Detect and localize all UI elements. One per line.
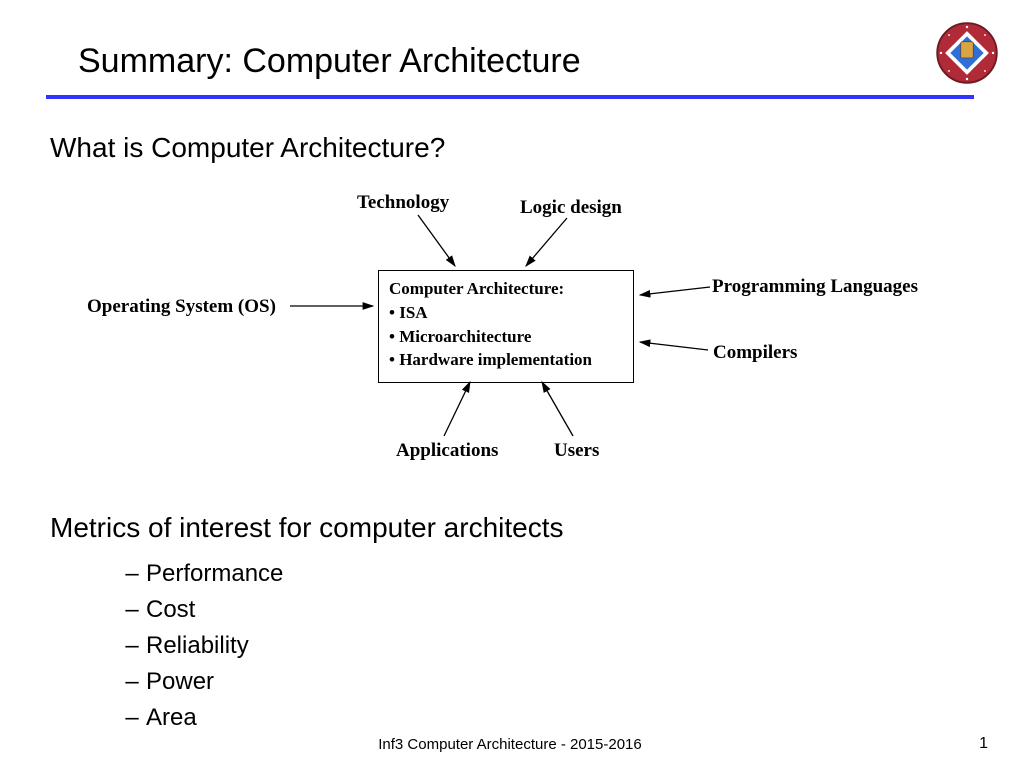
diagram-label-logic-design: Logic design — [520, 197, 622, 219]
diagram-label-applications: Applications — [396, 440, 498, 462]
title-underline — [46, 95, 974, 99]
section-heading-2: Metrics of interest for computer archite… — [50, 512, 564, 544]
metric-label: Area — [146, 700, 197, 736]
bullet-dash: – — [118, 556, 146, 592]
metric-label: Cost — [146, 592, 195, 628]
list-item: –Performance — [118, 556, 283, 592]
box-item-isa: • ISA — [389, 301, 623, 325]
list-item: –Power — [118, 664, 283, 700]
list-item: –Cost — [118, 592, 283, 628]
list-item: –Reliability — [118, 628, 283, 664]
bullet-dash: – — [118, 628, 146, 664]
metrics-list: –Performance –Cost –Reliability –Power –… — [118, 556, 283, 736]
diagram-label-users: Users — [554, 440, 599, 462]
metric-label: Performance — [146, 556, 283, 592]
bullet-dash: – — [118, 700, 146, 736]
diagram-label-languages: Programming Languages — [712, 276, 918, 298]
box-title: Computer Architecture: — [389, 277, 623, 301]
slide-title: Summary: Computer Architecture — [78, 42, 581, 81]
box-item-microarch: • Microarchitecture — [389, 325, 623, 349]
metric-label: Power — [146, 664, 214, 700]
box-item-hardware: • Hardware implementation — [389, 348, 623, 372]
slide: Summary: Computer Architecture What is C… — [0, 0, 1020, 765]
diagram-label-os: Operating System (OS) — [87, 296, 276, 318]
list-item: –Area — [118, 700, 283, 736]
diagram-label-compilers: Compilers — [713, 342, 797, 364]
diagram-center-box: Computer Architecture: • ISA • Microarch… — [378, 270, 634, 383]
footer-text: Inf3 Computer Architecture - 2015-2016 — [0, 736, 1020, 753]
university-crest-icon — [936, 22, 998, 84]
bullet-dash: – — [118, 592, 146, 628]
metric-label: Reliability — [146, 628, 249, 664]
section-heading-1: What is Computer Architecture? — [50, 132, 445, 164]
bullet-dash: – — [118, 664, 146, 700]
diagram-label-technology: Technology — [357, 192, 449, 214]
page-number: 1 — [979, 735, 988, 753]
